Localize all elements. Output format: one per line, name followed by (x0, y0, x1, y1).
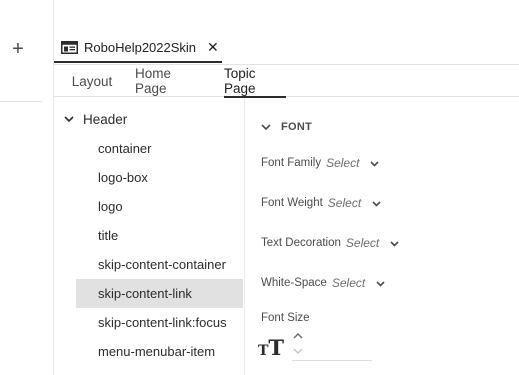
plus-icon: + (12, 38, 24, 60)
tree-item-skip-content-container[interactable]: skip-content-container (76, 250, 243, 279)
document-tab[interactable]: RoboHelp2022Skin ✕ (54, 33, 222, 63)
font-weight-row: Font Weight Select (261, 192, 382, 214)
tab-topic-page[interactable]: Topic Page (224, 65, 286, 98)
add-button[interactable]: + (8, 38, 28, 60)
chevron-down-icon (371, 198, 382, 209)
font-size-label: Font Size (261, 312, 310, 324)
subtab-bar: Layout Home Page Topic Page (54, 65, 519, 98)
font-weight-label: Font Weight (261, 197, 323, 209)
font-size-icon: TT (258, 335, 285, 360)
font-family-value: Select (326, 156, 360, 170)
font-family-label: Font Family (261, 157, 322, 169)
text-decoration-label: Text Decoration (261, 237, 341, 249)
font-section-toggle[interactable]: FONT (260, 118, 312, 136)
tree-item-title[interactable]: title (76, 221, 243, 250)
chevron-down-icon (260, 121, 272, 133)
white-space-row: White-Space Select (261, 272, 386, 294)
chevron-down-icon (389, 238, 400, 249)
increment-icon[interactable] (292, 331, 304, 341)
font-family-row: Font Family Select (261, 152, 380, 174)
divider (0, 101, 42, 102)
white-space-value: Select (331, 276, 366, 290)
tree-item-logo[interactable]: logo (76, 192, 243, 221)
chevron-down-icon (369, 158, 380, 169)
close-icon[interactable]: ✕ (207, 40, 219, 54)
text-decoration-select[interactable]: Select (346, 236, 400, 250)
chevron-down-icon (63, 113, 75, 125)
tab-home-page[interactable]: Home Page (135, 65, 201, 97)
left-strip: + (0, 0, 42, 375)
font-weight-select[interactable]: Select (328, 196, 382, 210)
font-size-stepper[interactable] (292, 331, 372, 361)
font-weight-value: Select (327, 196, 362, 210)
tree-node-label: Header (83, 111, 128, 127)
properties-panel: FONT Font Family Select Font Weight Sele… (245, 98, 519, 375)
white-space-select[interactable]: Select (332, 276, 386, 290)
tree-item-skip-content-link[interactable]: skip-content-link (76, 279, 243, 308)
tree-item-container[interactable]: container (76, 134, 243, 163)
font-size-input[interactable] (292, 360, 372, 361)
chevron-down-icon (375, 278, 386, 289)
font-family-select[interactable]: Select (326, 156, 380, 170)
tree-item-logo-box[interactable]: logo-box (76, 163, 243, 192)
tree-item-skip-content-link-focus[interactable]: skip-content-link:focus (76, 308, 243, 337)
text-decoration-row: Text Decoration Select (261, 232, 400, 254)
decrement-icon[interactable] (292, 346, 304, 356)
component-tree: Header container logo-box logo title ski… (54, 98, 244, 375)
text-decoration-value: Select (345, 236, 380, 250)
document-tab-icon (61, 40, 78, 54)
white-space-label: White-Space (261, 277, 327, 289)
tree-item-menu-menubar-item[interactable]: menu-menubar-item (76, 337, 243, 366)
editor-window: + RoboHelp2022Skin ✕ Layout Home Page To… (0, 0, 519, 375)
tab-layout[interactable]: Layout (72, 65, 113, 97)
section-title: FONT (281, 121, 313, 133)
document-tab-title: RoboHelp2022Skin (84, 39, 197, 55)
tree-node-header[interactable]: Header (54, 106, 244, 132)
